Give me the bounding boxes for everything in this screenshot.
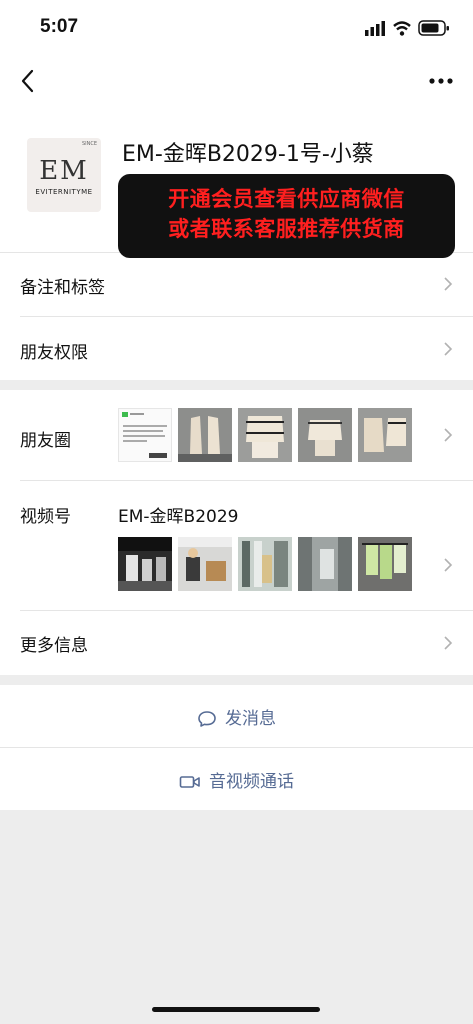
signal-wifi-battery-icon	[365, 20, 449, 36]
video-cover-image	[238, 537, 292, 591]
moments-thumbnail	[178, 408, 232, 462]
send-message-button[interactable]: 发消息	[0, 685, 473, 747]
friend-permissions-row[interactable]: 朋友权限	[0, 316, 473, 380]
video-cover-image	[178, 537, 232, 591]
promo-line-2: 或者联系客服推荐供货商	[168, 217, 405, 241]
more-button[interactable]	[427, 70, 455, 92]
avatar-small-text: SINCE	[81, 141, 97, 147]
video-call-button[interactable]: 音视频通话	[0, 748, 473, 810]
clothing-photo	[358, 408, 412, 462]
moments-thumbnail	[238, 408, 292, 462]
video-call-content: 音视频通话	[0, 767, 473, 792]
chat-bubble-icon	[198, 711, 216, 727]
friend-permissions-label: 朋友权限	[20, 343, 88, 363]
channels-thumbnail	[358, 537, 412, 591]
chevron-right-icon	[444, 558, 453, 572]
back-button[interactable]	[16, 65, 44, 97]
send-message-content: 发消息	[0, 704, 473, 729]
channels-label: 视频号	[20, 507, 71, 527]
chevron-right-icon	[444, 342, 453, 356]
chevron-right-icon	[444, 636, 453, 650]
status-icons	[365, 18, 451, 38]
avatar[interactable]: SINCE EM EVITERNITYME	[27, 138, 101, 212]
status-time: 5:07	[40, 16, 79, 37]
chevron-left-icon	[21, 69, 34, 93]
more-info-label: 更多信息	[20, 636, 88, 656]
remarks-tags-label: 备注和标签	[20, 278, 105, 298]
status-bar: 5:07	[0, 0, 473, 56]
promo-banner: 开通会员查看供应商微信 或者联系客服推荐供货商	[118, 174, 455, 258]
video-cover-image	[298, 537, 352, 591]
avatar-brand: EVITERNITYME	[35, 188, 93, 196]
video-cover-image	[358, 537, 412, 591]
remarks-tags-row[interactable]: 备注和标签	[0, 252, 473, 316]
chevron-right-icon	[444, 428, 453, 442]
more-info-row[interactable]: 更多信息	[0, 610, 473, 675]
video-cover-image	[118, 537, 172, 591]
moments-thumbnail	[298, 408, 352, 462]
video-call-label: 音视频通话	[209, 772, 294, 792]
send-message-label: 发消息	[225, 709, 276, 729]
clothing-photo	[298, 408, 352, 462]
profile-header: SINCE EM EVITERNITYME EM-金晖B2029-1号-小蔡 开…	[0, 108, 473, 258]
moments-thumbnail	[118, 408, 172, 462]
channels-name: EM-金晖B2029	[118, 507, 239, 527]
home-indicator[interactable]	[152, 1007, 320, 1012]
moments-thumbnail	[358, 408, 412, 462]
channels-thumbnail	[238, 537, 292, 591]
promo-line-1: 开通会员查看供应商微信	[168, 187, 405, 211]
contact-name: EM-金晖B2029-1号-小蔡	[122, 142, 374, 167]
channels-thumbnail	[178, 537, 232, 591]
nav-bar	[0, 56, 473, 108]
clothing-photo	[238, 408, 292, 462]
chevron-right-icon	[444, 277, 453, 291]
channels-row[interactable]: 视频号 EM-金晖B2029	[0, 480, 473, 610]
moments-row[interactable]: 朋友圈	[0, 390, 473, 480]
video-camera-icon	[179, 776, 200, 788]
text-post-image	[122, 412, 167, 458]
channels-thumbnail	[298, 537, 352, 591]
avatar-initials: EM	[39, 156, 89, 186]
social-group: 朋友圈 视频号 EM-金晖B2029 更多信息	[0, 390, 473, 675]
more-dots-icon	[429, 78, 453, 84]
settings-group: 备注和标签 朋友权限	[0, 252, 473, 380]
moments-label: 朋友圈	[20, 431, 71, 451]
channels-thumbnail	[118, 537, 172, 591]
clothing-photo	[178, 408, 232, 462]
